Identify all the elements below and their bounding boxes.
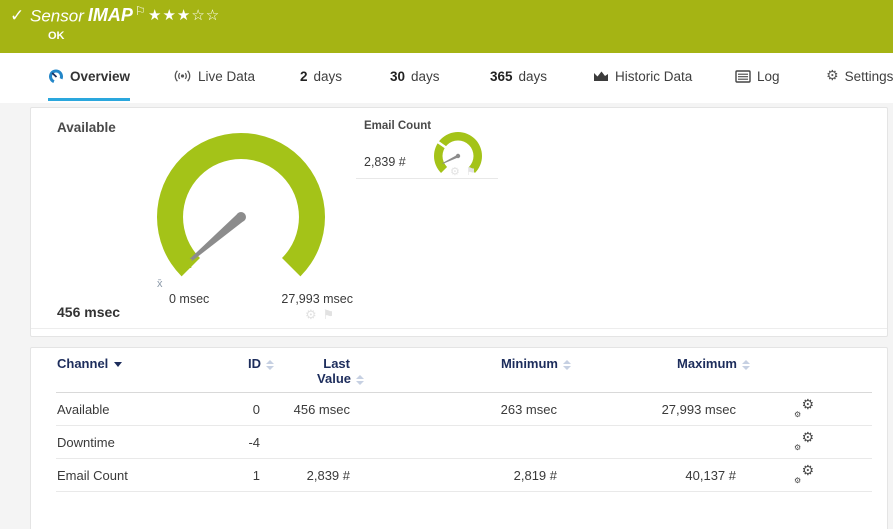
sort-icon [356, 374, 364, 385]
primary-gauge-value: 456 msec [57, 304, 121, 320]
gauge-scale-max: 27,993 msec [281, 292, 353, 306]
available-gauge: x̄ [157, 133, 325, 290]
tab-number: 30 [390, 68, 406, 84]
historic-chart-icon [594, 71, 608, 81]
tab-label: Historic Data [615, 68, 693, 84]
email-count-gauge-cell[interactable]: Email Count 2,839 # ⚙ ⚑ [356, 117, 498, 179]
table-header-row: Channel ID Last Value Minimum Maximum [56, 356, 872, 393]
cell-id: 0 [252, 401, 260, 417]
gauge-panel-divider [31, 328, 887, 329]
overview-content: Available x̄ 0 msec 27,993 msec 456 msec… [0, 103, 893, 529]
tab-overview[interactable]: Overview [48, 53, 131, 101]
tab-live-data[interactable]: Live Data [173, 53, 255, 99]
tab-bar: Overview Live Data 2 days 30 days 365 da… [0, 53, 893, 103]
flag-icon[interactable]: ⚐ [135, 4, 146, 18]
channel-pin-icon[interactable]: ⚑ [323, 308, 335, 323]
live-data-icon [174, 70, 191, 82]
status-badge: OK [48, 30, 65, 42]
channel-settings-icon[interactable]: ⚙ ⚙ [794, 430, 814, 452]
primary-gauge-title: Available [57, 120, 116, 135]
tab-label: Live Data [198, 68, 256, 84]
secondary-gauge-value: 2,839 # [364, 155, 406, 169]
tab-label: days [411, 68, 440, 84]
channel-gear-icon[interactable]: ⚙ [305, 308, 317, 323]
tab-2-days[interactable]: 2 days [300, 53, 342, 99]
tab-label: Settings [844, 68, 893, 84]
log-icon [735, 69, 751, 83]
tab-365-days[interactable]: 365 days [490, 53, 547, 99]
cell-maximum: 40,137 # [685, 467, 736, 483]
tab-label: Log [757, 68, 780, 84]
table-row[interactable]: Downtime -4 ⚙ ⚙ [56, 426, 872, 459]
status-check-icon: ✓ [10, 6, 25, 26]
cell-channel[interactable]: Downtime [57, 435, 202, 450]
tab-label: days [518, 68, 548, 84]
gauges-panel: Available x̄ 0 msec 27,993 msec 456 msec… [30, 107, 888, 337]
tab-log[interactable]: Log [735, 53, 780, 99]
page-title: Sensor IMAP ⚐ [30, 4, 146, 26]
tab-label: Overview [70, 68, 131, 84]
table-row[interactable]: Available 0 456 msec 263 msec 27,993 mse… [56, 393, 872, 426]
title-prefix: Sensor [30, 6, 84, 26]
channel-table: Channel ID Last Value Minimum Maximum Av… [30, 347, 888, 529]
column-header-last-value[interactable]: Last Value [260, 356, 364, 386]
channel-pin-icon[interactable]: ⚑ [466, 165, 476, 178]
sort-icon [742, 359, 750, 370]
column-header-id[interactable]: ID [202, 356, 274, 371]
cell-last-value: 2,839 # [306, 467, 350, 483]
secondary-gauge-title: Email Count [364, 120, 432, 132]
channel-gear-icon[interactable]: ⚙ [450, 165, 460, 178]
cell-last-value: 456 msec [293, 401, 350, 417]
gauge-icon [49, 69, 63, 84]
cell-minimum: 2,819 # [513, 467, 557, 483]
channel-settings-icon[interactable]: ⚙ ⚙ [794, 463, 814, 485]
sort-desc-icon [114, 362, 123, 368]
tab-label: days [313, 68, 343, 84]
cell-channel[interactable]: Email Count [57, 468, 202, 483]
sensor-header: ✓ Sensor IMAP ⚐ ★★★☆☆ OK [0, 0, 893, 53]
cell-maximum: 27,993 msec [661, 401, 736, 417]
column-header-maximum[interactable]: Maximum [557, 356, 750, 371]
column-header-channel[interactable]: Channel [57, 356, 202, 371]
table-row[interactable]: Email Count 1 2,839 # 2,819 # 40,137 # ⚙… [56, 459, 872, 492]
gauge-scale-min: 0 msec [169, 292, 210, 306]
gear-icon: ⚙ [826, 68, 839, 84]
cell-id: -4 [248, 434, 260, 450]
tab-settings[interactable]: ⚙ Settings [826, 53, 893, 99]
mean-marker: x̄ [157, 278, 163, 290]
cell-id: 1 [252, 467, 260, 483]
title-sensor-name: IMAP [87, 5, 133, 26]
channel-settings-icon[interactable]: ⚙ ⚙ [794, 397, 814, 419]
tab-number: 365 [490, 68, 513, 84]
column-header-minimum[interactable]: Minimum [350, 356, 571, 371]
cell-minimum: 263 msec [500, 401, 557, 417]
cell-channel[interactable]: Available [57, 402, 202, 417]
tab-30-days[interactable]: 30 days [390, 53, 440, 99]
priority-stars[interactable]: ★★★☆☆ [148, 6, 220, 24]
tab-number: 2 [300, 68, 308, 84]
tab-historic-data[interactable]: Historic Data [593, 53, 692, 99]
